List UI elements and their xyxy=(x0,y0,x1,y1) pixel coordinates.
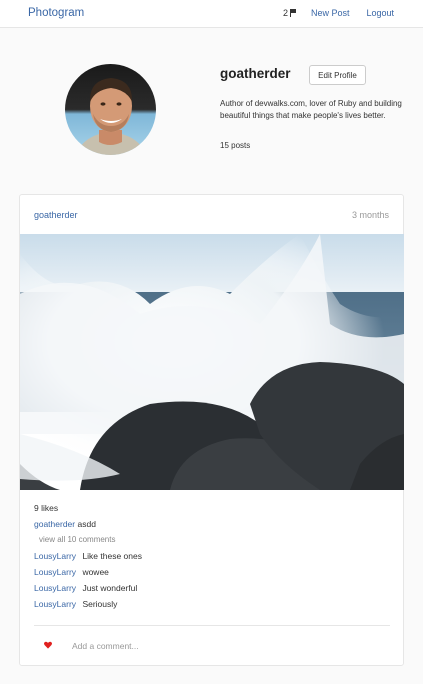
brand-link[interactable]: Photogram xyxy=(28,7,84,19)
caption-text: asdd xyxy=(77,519,96,529)
profile-username: goatherder xyxy=(220,66,291,81)
nav-right: 2 New Post Logout xyxy=(283,8,394,18)
new-post-link[interactable]: New Post xyxy=(311,8,350,18)
comment: LousyLarry Like these ones xyxy=(34,551,142,561)
comment: LousyLarry Seriously xyxy=(34,599,117,609)
comment-text: Seriously xyxy=(82,599,118,609)
flag-icon xyxy=(289,9,297,17)
comment-text: Just wonderful xyxy=(82,583,138,593)
post-card: goatherder 3 months 9 likes goatherder a… xyxy=(19,194,404,666)
avatar xyxy=(65,64,156,155)
comment: LousyLarry Just wonderful xyxy=(34,583,137,593)
comment-author-link[interactable]: LousyLarry xyxy=(34,567,76,577)
posts-count: 15 posts xyxy=(220,141,251,150)
view-all-comments-link[interactable]: view all 10 comments xyxy=(39,535,115,544)
post-timestamp: 3 months xyxy=(351,210,389,220)
add-comment-input[interactable] xyxy=(72,639,372,653)
post-caption: goatherder asdd xyxy=(34,519,96,529)
edit-profile-button[interactable]: Edit Profile xyxy=(309,65,366,85)
post-image[interactable] xyxy=(20,234,404,490)
logout-link[interactable]: Logout xyxy=(366,8,394,18)
navbar: Photogram 2 New Post Logout xyxy=(0,0,423,28)
heart-icon[interactable] xyxy=(44,641,52,649)
divider xyxy=(34,625,390,626)
post-author-link[interactable]: goatherder xyxy=(34,210,78,220)
comment-text: Like these ones xyxy=(82,551,142,561)
comment-author-link[interactable]: LousyLarry xyxy=(34,583,76,593)
comment-author-link[interactable]: LousyLarry xyxy=(34,551,76,561)
comment-author-link[interactable]: LousyLarry xyxy=(34,599,76,609)
notification-count: 2 xyxy=(282,8,288,18)
notifications[interactable]: 2 xyxy=(283,8,297,18)
profile-header: goatherder Edit Profile Author of devwal… xyxy=(0,28,423,193)
comment-text: wowee xyxy=(82,567,109,577)
comment: LousyLarry wowee xyxy=(34,567,109,577)
profile-bio: Author of devwalks.com, lover of Ruby an… xyxy=(220,99,402,120)
caption-author-link[interactable]: goatherder xyxy=(34,519,75,529)
likes-count: 9 likes xyxy=(34,503,59,513)
